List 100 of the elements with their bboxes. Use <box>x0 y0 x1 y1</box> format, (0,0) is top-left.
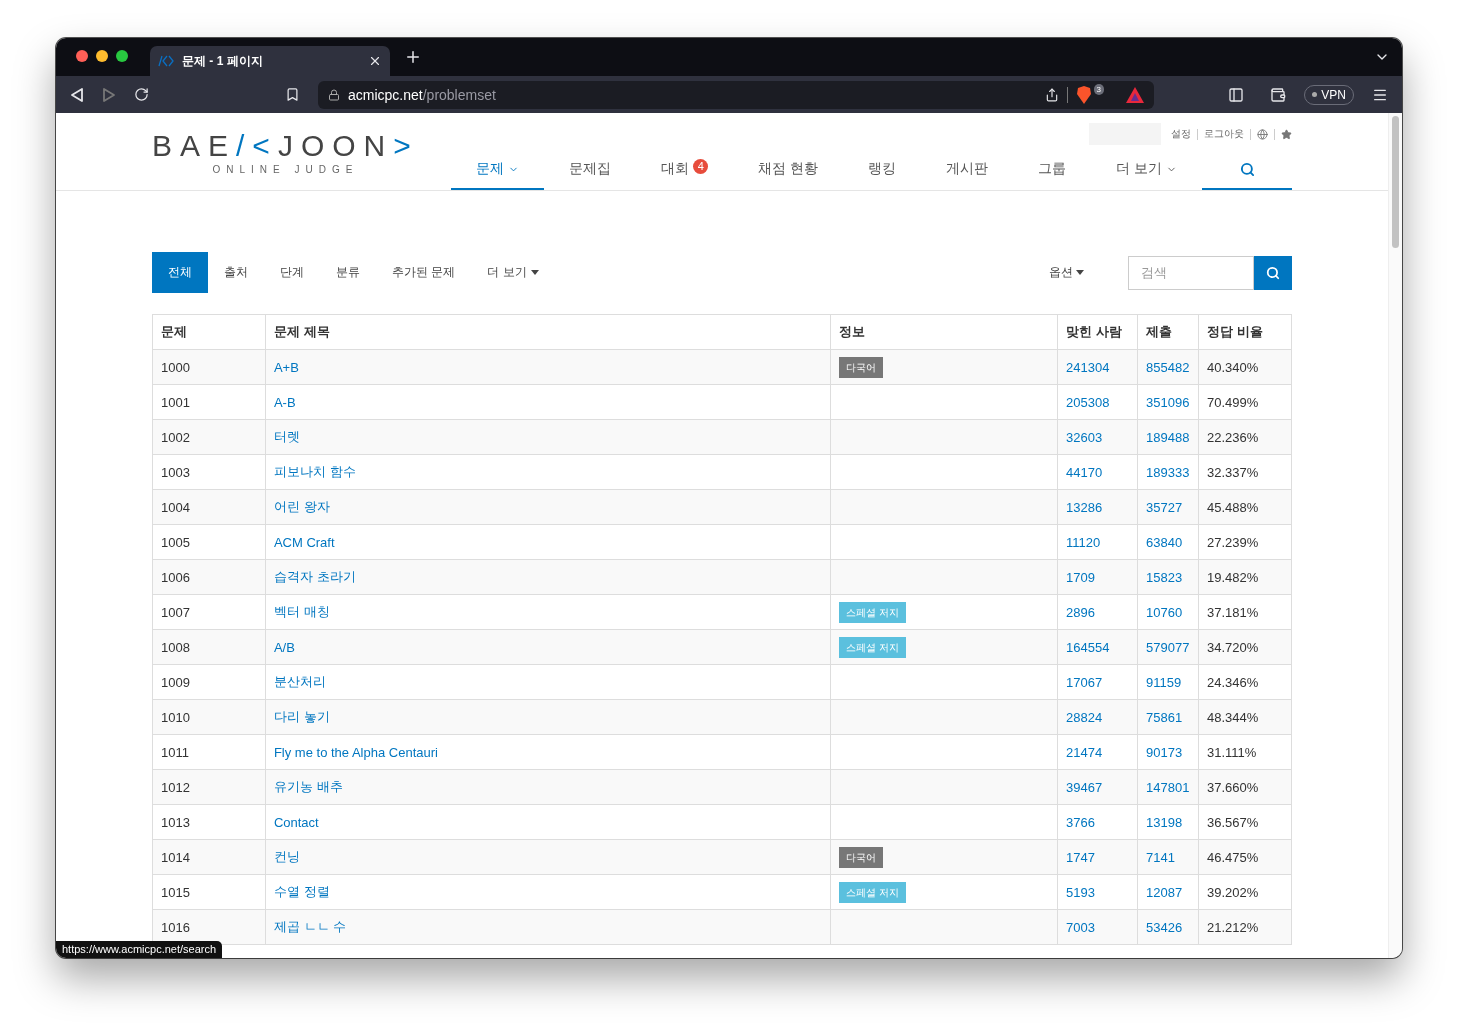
table-cell: 19.482% <box>1198 559 1292 595</box>
search-icon <box>1266 265 1280 280</box>
options-dropdown[interactable]: 옵션 <box>1049 264 1084 281</box>
problem-link[interactable]: ACM Craft <box>273 534 335 550</box>
table-cell: 1007 <box>152 594 266 630</box>
table-cell: 1014 <box>152 839 266 875</box>
problem-link[interactable]: 습격자 초라기 <box>273 569 356 584</box>
count-badge: 4 <box>693 158 709 174</box>
new-tab-icon[interactable] <box>404 48 422 66</box>
problem-link[interactable]: Contact <box>273 814 319 830</box>
info-tag: 다국어 <box>839 847 884 868</box>
info-tag: 스페셜 저지 <box>839 602 907 623</box>
browser-tab[interactable]: 문제 - 1 페이지 <box>150 46 390 76</box>
globe-icon[interactable] <box>1257 128 1268 140</box>
column-header: 문제 제목 <box>265 314 831 350</box>
table-cell: 70.499% <box>1198 384 1292 420</box>
minimize-window-button[interactable] <box>96 50 108 62</box>
table-cell: 27.239% <box>1198 524 1292 560</box>
table-cell: 36.567% <box>1198 804 1292 840</box>
filter-tab[interactable]: 출처 <box>208 252 264 293</box>
table-cell: 1006 <box>152 559 266 595</box>
user-link[interactable]: 로그아웃 <box>1204 127 1244 141</box>
logo[interactable]: BAE/<JOON> <box>152 131 419 161</box>
triangle-icon[interactable] <box>1126 86 1144 103</box>
solved-link[interactable]: 3766 <box>1066 814 1095 830</box>
problem-link[interactable]: 제곱 ㄴㄴ 수 <box>273 919 347 934</box>
problem-link[interactable]: 피보나치 함수 <box>273 464 356 479</box>
nav-link[interactable]: 문제 <box>451 150 545 190</box>
problem-link[interactable]: Fly me to the Alpha Centauri <box>273 744 438 760</box>
search-icon <box>1239 161 1255 177</box>
filter-tab[interactable]: 분류 <box>320 252 376 293</box>
info-tag: 스페셜 저지 <box>839 882 907 903</box>
table-cell: 1001 <box>152 384 266 420</box>
problem-link[interactable]: 분산처리 <box>273 674 326 689</box>
problem-link[interactable]: A/B <box>273 639 295 655</box>
info-tag: 스페셜 저지 <box>839 637 907 658</box>
caret-icon <box>1076 270 1084 275</box>
status-url: https://www.acmicpc.net/search <box>56 941 223 958</box>
info-tag: 다국어 <box>839 357 884 378</box>
problem-link[interactable]: 다리 놓기 <box>273 709 330 724</box>
nav-link[interactable]: 더 보기 <box>1091 150 1202 190</box>
solved-link[interactable]: 11120 <box>1066 534 1101 550</box>
close-icon[interactable] <box>368 54 382 68</box>
nav-link[interactable]: 게시판 <box>921 150 1014 190</box>
table-cell: 1000 <box>152 349 266 385</box>
table-cell: 1008 <box>152 629 266 665</box>
back-icon[interactable] <box>70 86 84 103</box>
filter-tab[interactable]: 추가된 문제 <box>376 252 472 293</box>
close-window-button[interactable] <box>76 50 88 62</box>
url-text: acmicpc.net/problemset <box>348 86 497 103</box>
reload-icon[interactable] <box>134 87 149 102</box>
nav-link[interactable]: 대회 4 <box>636 150 734 190</box>
problem-link[interactable]: 벡터 매칭 <box>273 604 330 619</box>
table-cell: 1013 <box>152 804 266 840</box>
nav-link[interactable]: 랭킹 <box>843 150 922 190</box>
solved-link[interactable]: 5193 <box>1066 884 1095 900</box>
table-cell: 24.346% <box>1198 664 1292 700</box>
search-field[interactable]: 검색 <box>1128 255 1254 290</box>
problem-link[interactable]: 수열 정렬 <box>273 884 330 899</box>
table-cell: 31.111% <box>1198 734 1292 770</box>
share-icon[interactable] <box>1044 87 1059 102</box>
table-cell: 1010 <box>152 699 266 735</box>
solved-link[interactable]: 1709 <box>1066 569 1095 585</box>
scrollbar-thumb[interactable] <box>1392 116 1399 248</box>
wallet-icon[interactable] <box>1270 86 1287 103</box>
search-button[interactable] <box>1254 255 1292 290</box>
forward-icon[interactable] <box>102 86 116 103</box>
bookmark-icon[interactable] <box>285 87 300 102</box>
problem-link[interactable]: A+B <box>273 359 299 375</box>
problem-link[interactable]: 터렛 <box>273 429 300 444</box>
blocked-count: 3 <box>1093 84 1104 95</box>
problem-link[interactable]: 유기농 배추 <box>273 779 343 794</box>
address-bar[interactable]: acmicpc.net/problemset 3 <box>318 80 1154 109</box>
solved-link[interactable]: 7003 <box>1066 919 1095 935</box>
star-icon[interactable] <box>1281 128 1292 140</box>
nav-link[interactable]: 문제집 <box>544 150 637 190</box>
table-cell: 1003 <box>152 454 266 490</box>
column-header: 문제 <box>152 314 266 350</box>
solved-link[interactable]: 2896 <box>1066 604 1095 620</box>
nav-link[interactable]: 그룹 <box>1013 150 1092 190</box>
solved-link[interactable]: 1747 <box>1066 849 1095 865</box>
table-cell: 37.660% <box>1198 769 1292 805</box>
user-link[interactable]: 설정 <box>1171 127 1191 141</box>
filter-tab[interactable]: 단계 <box>264 252 320 293</box>
logo-subtitle: ONLINE JUDGE <box>212 164 359 175</box>
table-cell: 1005 <box>152 524 266 560</box>
table-cell: 1011 <box>152 734 266 770</box>
zoom-window-button[interactable] <box>116 50 128 62</box>
sidebar-icon[interactable] <box>1228 86 1245 103</box>
filter-tab[interactable]: 더 보기 <box>471 252 555 293</box>
table-cell: 1009 <box>152 664 266 700</box>
filter-tab[interactable]: 전체 <box>152 252 208 293</box>
column-header: 정보 <box>830 314 1058 350</box>
nav-link[interactable]: 채점 현황 <box>733 150 844 190</box>
shield-icon[interactable] <box>1075 85 1092 104</box>
table-cell: 40.340% <box>1198 349 1292 385</box>
problem-link[interactable]: A-B <box>273 394 296 410</box>
problem-link[interactable]: 컨닝 <box>273 849 300 864</box>
table-cell: 48.344% <box>1198 699 1292 735</box>
problem-link[interactable]: 어린 왕자 <box>273 499 330 514</box>
